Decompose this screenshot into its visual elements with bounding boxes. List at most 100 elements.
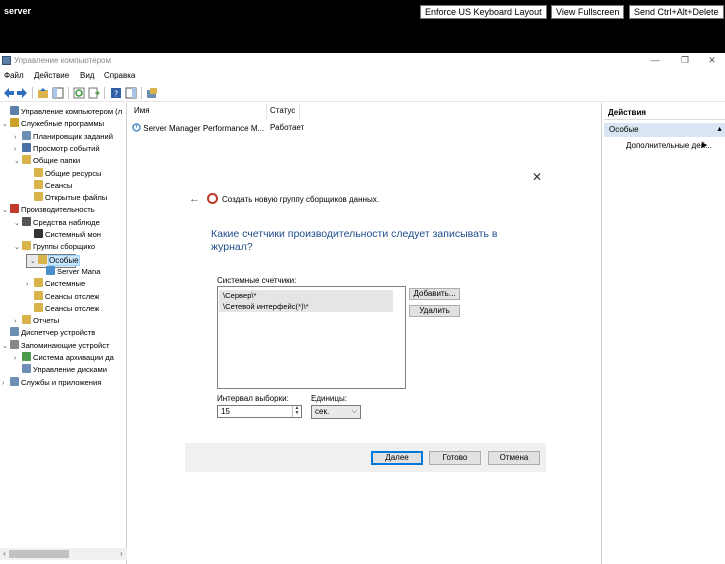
send-ctrl-alt-delete-button[interactable]: Send Ctrl+Alt+Delete	[629, 5, 724, 19]
console-tree-icon[interactable]	[52, 87, 64, 99]
tree-item[interactable]: › Службы и приложения	[2, 376, 101, 390]
export-list-icon[interactable]	[88, 87, 100, 99]
menu-help[interactable]: Справка	[104, 71, 135, 80]
tree-node-icon	[22, 315, 31, 325]
finish-button[interactable]: Готово	[429, 451, 481, 465]
tree-item[interactable]: Общие ресурсы	[26, 167, 102, 180]
tree-horizontal-scrollbar[interactable]: ‹ ›	[0, 548, 127, 560]
show-hide-action-pane-icon[interactable]	[125, 87, 137, 99]
tree-item[interactable]: › Системные	[26, 278, 85, 290]
tree-node-icon	[22, 352, 31, 361]
tree-item[interactable]: Открытые файлы	[26, 192, 107, 204]
collapse-chevron-icon[interactable]: ›	[14, 144, 22, 156]
list-item[interactable]: Server Manager Performance M... Работает	[132, 123, 304, 133]
menu-action[interactable]: Действие	[34, 71, 69, 80]
tree-node-icon	[22, 216, 31, 226]
scroll-left-arrow-icon[interactable]: ‹	[0, 548, 9, 560]
tree-item[interactable]: ⌄ Средства наблюде	[14, 216, 100, 230]
expand-chevron-icon[interactable]: ⌄	[30, 256, 38, 268]
tree-item-label: Общие папки	[33, 156, 81, 166]
units-label: Единицы:	[311, 394, 347, 403]
enforce-us-keyboard-button[interactable]: Enforce US Keyboard Layout	[420, 5, 547, 19]
wizard-back-arrow-icon[interactable]: ←	[189, 193, 200, 205]
tree-item[interactable]: ⌄ Общие папки	[14, 155, 80, 167]
remove-counter-button[interactable]: Удалить	[409, 305, 460, 317]
collapse-chevron-icon[interactable]: ›	[14, 316, 22, 328]
view-fullscreen-button[interactable]: View Fullscreen	[551, 5, 625, 19]
up-folder-icon[interactable]	[37, 87, 49, 99]
tree-item-label: Служебные программы	[21, 119, 105, 129]
next-button[interactable]: Далее	[371, 451, 423, 465]
tree-item[interactable]: Диспетчер устройств	[2, 327, 95, 339]
scroll-right-arrow-icon[interactable]: ›	[117, 548, 126, 560]
spin-up-down-icon[interactable]: ▲ ▼	[292, 406, 301, 417]
properties-icon[interactable]	[146, 87, 158, 99]
maximize-button[interactable]: ❐	[672, 54, 698, 67]
counter-item[interactable]: \Сетевой интерфейс(*)\*	[219, 301, 393, 312]
units-select[interactable]: сек. ⌵	[311, 405, 361, 419]
tree-node-icon	[10, 204, 19, 214]
expand-chevron-icon[interactable]: ⌄	[14, 218, 22, 230]
column-divider[interactable]	[266, 103, 267, 120]
tree-item[interactable]: ⌄ Производительность	[2, 204, 95, 216]
tree-item[interactable]: › Планировщик заданий	[14, 130, 113, 144]
actions-header: Действия	[604, 106, 725, 120]
minimize-button[interactable]: —	[642, 54, 668, 67]
tree-item[interactable]: Server Mana	[38, 265, 100, 278]
tree-item-label: Средства наблюде	[33, 217, 100, 227]
wizard-question: Какие счетчики производительности следуе…	[211, 228, 498, 253]
collapse-chevron-icon[interactable]: ›	[26, 279, 34, 291]
tree-item[interactable]: ⌄ Служебные программы	[2, 118, 104, 130]
tree-node-icon	[38, 254, 47, 264]
tree-node-icon	[10, 106, 19, 115]
tree-item[interactable]: Сеансы отслеж	[26, 302, 99, 315]
menu-file[interactable]: Файл	[4, 71, 24, 80]
expand-chevron-icon[interactable]: ⌄	[2, 119, 10, 131]
tree-item[interactable]: ⌄ Запоминающие устройст	[2, 339, 110, 353]
scrollbar-thumb[interactable]	[9, 550, 69, 558]
cancel-button[interactable]: Отмена	[488, 451, 540, 465]
column-header-name[interactable]: Имя	[134, 106, 150, 115]
tree-node-icon	[34, 302, 43, 312]
column-header-status[interactable]: Статус	[270, 106, 295, 115]
counter-item[interactable]: \Сервер\*	[219, 290, 393, 301]
tree-item-label: Планировщик заданий	[33, 131, 113, 141]
column-divider[interactable]	[299, 103, 300, 120]
tree-item-label: Сеансы	[45, 180, 73, 190]
tree-item[interactable]: ⌄ Группы сборщико	[14, 241, 95, 253]
help-icon[interactable]: ?	[110, 87, 122, 99]
forward-arrow-icon[interactable]	[16, 87, 28, 99]
refresh-icon[interactable]	[73, 87, 85, 99]
more-actions-item[interactable]: Дополнительные дей... ▶	[626, 141, 712, 150]
tree-item[interactable]: Сеансы отслеж	[26, 290, 99, 303]
tree-item[interactable]: Системный мон	[26, 229, 101, 241]
collapse-chevron-icon[interactable]: ›	[14, 353, 22, 365]
tree-item-label: Диспетчер устройств	[21, 328, 96, 338]
collapse-arrow-icon[interactable]: ▲	[716, 123, 723, 137]
expand-chevron-icon[interactable]: ⌄	[2, 341, 10, 353]
sample-interval-stepper[interactable]: 15 ▲ ▼	[217, 405, 302, 418]
collapse-chevron-icon[interactable]: ›	[2, 378, 10, 390]
menu-view[interactable]: Вид	[80, 71, 94, 80]
tree-item-label: Системный мон	[45, 230, 102, 239]
tree-item[interactable]: Управление компьютером (л	[2, 106, 122, 118]
collapse-chevron-icon[interactable]: ›	[14, 132, 22, 144]
wizard-close-icon[interactable]: ✕	[532, 171, 542, 183]
close-button[interactable]: ✕	[699, 54, 725, 67]
expand-chevron-icon[interactable]: ⌄	[14, 242, 22, 254]
tree-node-icon	[22, 364, 31, 374]
actions-section-special[interactable]: Особые ▲	[604, 123, 725, 137]
chevron-down-icon: ⌵	[351, 408, 357, 415]
tree-item[interactable]: › Система архивации да	[14, 352, 114, 364]
tree-item[interactable]: Управление дисками	[14, 364, 107, 376]
back-arrow-icon[interactable]	[3, 87, 15, 99]
expand-chevron-icon[interactable]: ⌄	[14, 156, 22, 168]
tree-item-label: Просмотр событий	[33, 143, 100, 153]
expand-chevron-icon[interactable]: ⌄	[2, 205, 10, 217]
tree-item[interactable]: › Отчеты	[14, 315, 59, 327]
counters-listbox[interactable]: \Сервер\* \Сетевой интерфейс(*)\*	[217, 286, 406, 389]
add-counter-button[interactable]: Добавить...	[409, 288, 460, 300]
tree-item[interactable]: › Просмотр событий	[14, 142, 100, 156]
tree-node-icon	[34, 290, 43, 300]
tree-item[interactable]: Сеансы	[26, 179, 73, 192]
